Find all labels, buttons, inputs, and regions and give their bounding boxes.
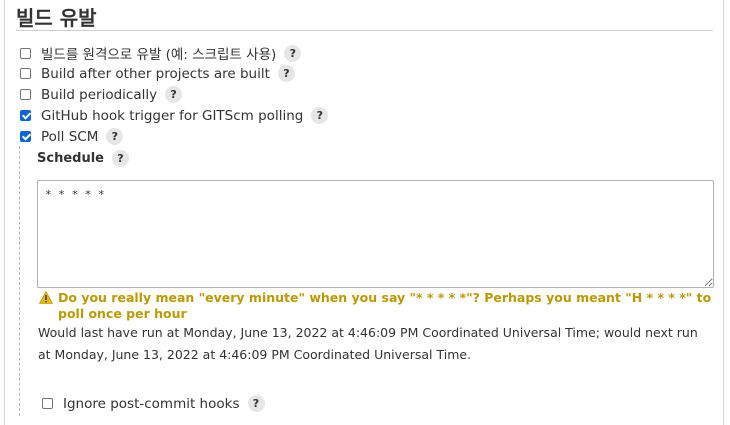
schedule-label: Schedule <box>37 151 104 166</box>
ignore-hooks-row[interactable]: Ignore post-commit hooks ? <box>42 395 265 412</box>
help-icon[interactable]: ? <box>165 86 183 103</box>
schedule-warning: Do you really mean "every minute" when y… <box>38 290 718 322</box>
trigger-github-hook-row[interactable]: GitHub hook trigger for GITScm polling ? <box>20 107 329 124</box>
ignore-hooks-checkbox[interactable] <box>42 398 53 409</box>
trigger-after-projects-row[interactable]: Build after other projects are built ? <box>20 65 295 82</box>
trigger-poll-scm-label[interactable]: Poll SCM <box>41 129 98 145</box>
nested-options-guide <box>19 146 20 416</box>
trigger-poll-scm-checkbox[interactable] <box>20 131 31 142</box>
schedule-textarea[interactable]: * * * * * <box>37 180 714 288</box>
help-icon[interactable]: ? <box>247 395 265 412</box>
help-icon[interactable]: ? <box>277 65 295 82</box>
help-icon[interactable]: ? <box>284 44 302 62</box>
trigger-periodic-row[interactable]: Build periodically ? <box>20 86 183 103</box>
panel-left-border <box>4 0 5 425</box>
section-divider <box>16 30 713 31</box>
help-icon[interactable]: ? <box>311 107 329 124</box>
trigger-remote-label[interactable]: 빌드를 원격으로 유발 (예: 스크립트 사용) <box>41 43 276 63</box>
trigger-remote-row[interactable]: 빌드를 원격으로 유발 (예: 스크립트 사용) ? <box>20 43 302 63</box>
trigger-poll-scm-row[interactable]: Poll SCM ? <box>20 128 124 145</box>
panel-right-border <box>723 0 724 425</box>
trigger-periodic-label[interactable]: Build periodically <box>41 87 157 103</box>
trigger-after-projects-checkbox[interactable] <box>20 68 31 79</box>
trigger-github-hook-checkbox[interactable] <box>20 110 31 121</box>
ignore-hooks-label[interactable]: Ignore post-commit hooks <box>63 396 240 412</box>
schedule-label-row: Schedule ? <box>37 150 129 167</box>
help-icon[interactable]: ? <box>106 128 124 145</box>
warning-icon <box>38 291 54 304</box>
help-icon[interactable]: ? <box>111 150 129 167</box>
warning-text: Do you really mean "every minute" when y… <box>58 290 712 321</box>
trigger-periodic-checkbox[interactable] <box>20 89 31 100</box>
trigger-remote-checkbox[interactable] <box>20 47 31 59</box>
section-title: 빌드 유발 <box>16 6 97 30</box>
trigger-github-hook-label[interactable]: GitHub hook trigger for GITScm polling <box>41 108 303 124</box>
trigger-after-projects-label[interactable]: Build after other projects are built <box>41 66 270 82</box>
schedule-info: Would last have run at Monday, June 13, … <box>38 325 698 362</box>
